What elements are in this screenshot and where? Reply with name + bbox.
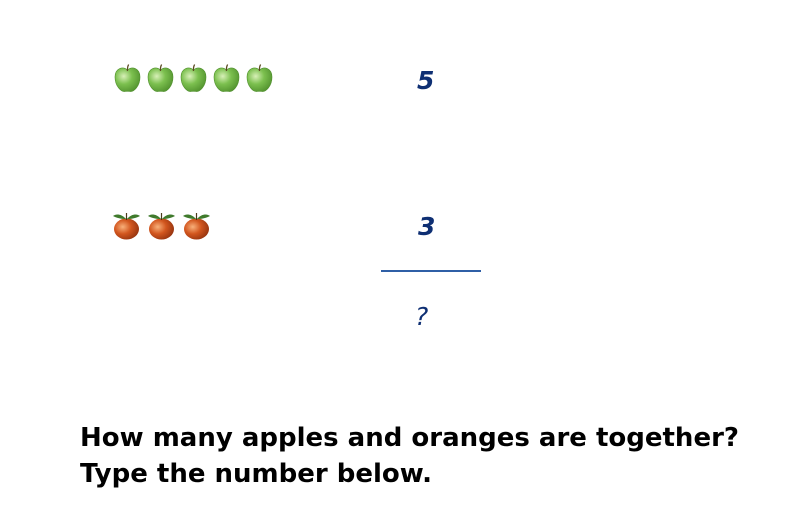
orange-fruit-icon: [148, 213, 175, 240]
apples-count-label: 5: [417, 66, 435, 95]
question-line-1: How many apples and oranges are together…: [80, 423, 739, 453]
apples-row: [113, 63, 274, 93]
green-apple-icon: [114, 64, 141, 92]
green-apple-icon: [180, 64, 207, 92]
green-apple-icon: [213, 64, 240, 92]
question-text: How many apples and oranges are together…: [80, 420, 780, 492]
green-apple-icon: [147, 64, 174, 92]
sum-result-label: ?: [415, 302, 429, 331]
orange-fruit-icon: [113, 213, 140, 240]
question-line-2: Type the number below.: [80, 459, 433, 489]
green-apple-icon: [246, 64, 273, 92]
orange-fruit-icon: [183, 213, 210, 240]
sum-line: [381, 270, 481, 272]
oranges-count-label: 3: [418, 212, 436, 241]
oranges-row: [111, 209, 212, 241]
